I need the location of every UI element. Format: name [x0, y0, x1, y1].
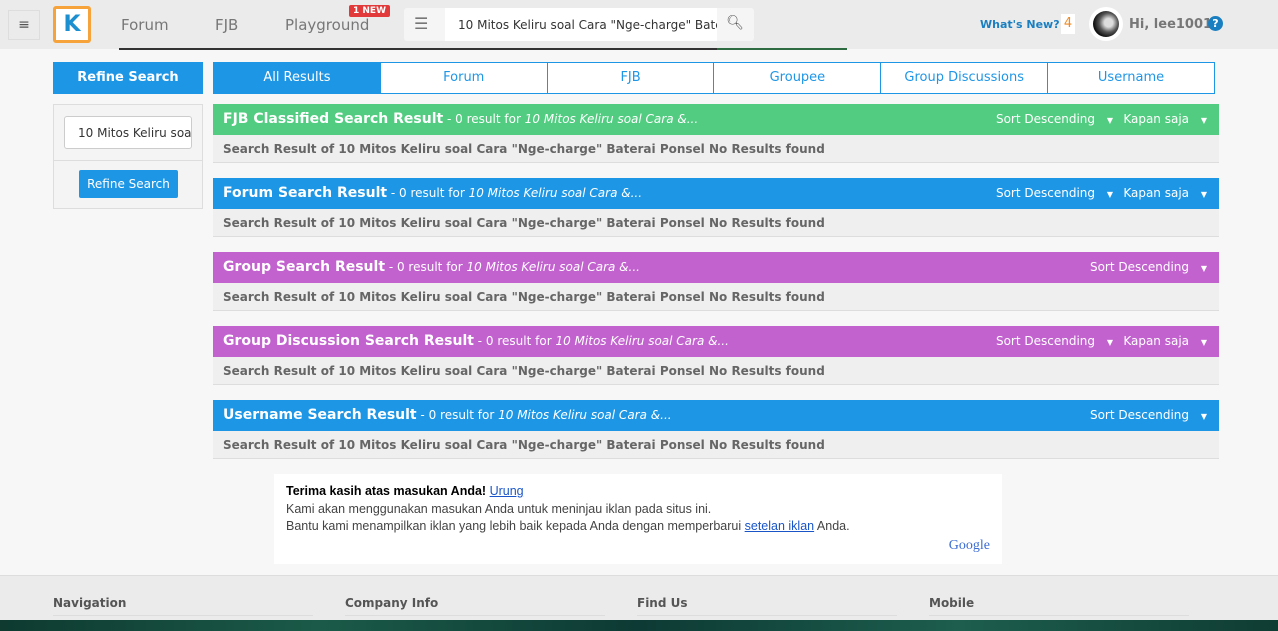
- time-label: Kapan saja: [1123, 334, 1190, 348]
- tab-group-discussions[interactable]: Group Discussions: [881, 62, 1049, 94]
- section-title: Group Discussion Search Result: [223, 333, 474, 349]
- whats-new-link[interactable]: What's New?: [980, 18, 1060, 31]
- no-results-message: Search Result of 10 Mitos Keliru soal Ca…: [213, 209, 1219, 237]
- no-results-message: Search Result of 10 Mitos Keliru soal Ca…: [213, 357, 1219, 385]
- sort-dropdown[interactable]: Sort Descending ▼: [1090, 252, 1207, 284]
- section-query: 10 Mitos Keliru soal Cara &...: [466, 260, 640, 274]
- kaskus-logo[interactable]: K: [53, 6, 91, 43]
- search-icon[interactable]: 🔍︎: [726, 15, 744, 31]
- footer-navigation: Navigation: [53, 596, 313, 616]
- sort-label: Sort Descending: [995, 186, 1096, 200]
- refine-search-input[interactable]: [64, 116, 192, 149]
- divider: [54, 160, 202, 161]
- section-header: Group Search Result - 0 result for 10 Mi…: [213, 252, 1219, 283]
- tab-username[interactable]: Username: [1048, 62, 1215, 94]
- section-title: Username Search Result: [223, 407, 417, 423]
- section-header: Forum Search Result - 0 result for 10 Mi…: [213, 178, 1219, 209]
- avatar[interactable]: [1089, 7, 1123, 41]
- section-summary: - 0 result for: [473, 334, 556, 348]
- chevron-down-icon: ▼: [1200, 116, 1207, 125]
- result-section: Username Search Result - 0 result for 10…: [213, 400, 1219, 459]
- time-dropdown[interactable]: Kapan saja ▼: [1123, 104, 1207, 136]
- section-summary: - 0 result for: [416, 408, 499, 422]
- refine-search-button[interactable]: Refine Search: [79, 170, 178, 198]
- section-header: FJB Classified Search Result - 0 result …: [213, 104, 1219, 135]
- section-summary: - 0 result for: [387, 186, 469, 200]
- section-summary: - 0 result for: [385, 260, 467, 274]
- time-label: Kapan saja: [1123, 112, 1190, 126]
- result-tabs: All Results Forum FJB Groupee Group Discussi…: [213, 62, 1215, 94]
- ad-line2-end: Anda.: [814, 519, 850, 533]
- no-results-message: Search Result of 10 Mitos Keliru soal Ca…: [213, 283, 1219, 311]
- sort-dropdown[interactable]: Sort Descending ▼: [996, 178, 1113, 210]
- section-header: Username Search Result - 0 result for 10…: [213, 400, 1219, 431]
- no-results-message: Search Result of 10 Mitos Keliru soal Ca…: [213, 431, 1219, 459]
- result-section: FJB Classified Search Result - 0 result …: [213, 104, 1219, 163]
- footer-mobile: Mobile: [929, 596, 1189, 616]
- user-greeting[interactable]: Hi, lee1001: [1129, 17, 1212, 32]
- new-badge: 1 NEW: [349, 5, 391, 17]
- sort-dropdown[interactable]: Sort Descending ▼: [996, 104, 1113, 136]
- chevron-down-icon: ▼: [1200, 264, 1207, 273]
- ad-thanks: Terima kasih atas masukan Anda!: [286, 484, 487, 498]
- search-category-icon[interactable]: ☰: [414, 14, 428, 33]
- google-logo: Google: [948, 537, 990, 553]
- chevron-down-icon: ▼: [1200, 190, 1207, 199]
- sort-label: Sort Descending: [995, 112, 1096, 126]
- time-label: Kapan saja: [1123, 186, 1190, 200]
- refine-search-panel: Refine Search: [53, 104, 203, 209]
- time-dropdown[interactable]: Kapan saja ▼: [1123, 326, 1207, 358]
- top-header: ≡ K Forum FJB Playground 1 NEW ☰ 🔍︎ What…: [0, 0, 1278, 49]
- refine-search-title: Refine Search: [53, 62, 203, 94]
- result-section: Group Discussion Search Result - 0 resul…: [213, 326, 1219, 385]
- nav-playground[interactable]: Playground: [285, 16, 369, 34]
- tab-forum[interactable]: Forum: [380, 62, 548, 94]
- chevron-down-icon: ▼: [1106, 338, 1113, 347]
- section-summary: - 0 result for: [443, 112, 525, 126]
- ad-line1: Kami akan menggunakan masukan Anda untuk…: [286, 501, 712, 516]
- search-input[interactable]: [445, 8, 717, 41]
- divider: [717, 48, 847, 50]
- section-header: Group Discussion Search Result - 0 resul…: [213, 326, 1219, 357]
- search-bar: ☰ 🔍︎: [404, 8, 754, 41]
- section-query: 10 Mitos Keliru soal Cara &...: [498, 408, 672, 422]
- footer-company-info: Company Info: [345, 596, 605, 616]
- sort-dropdown[interactable]: Sort Descending ▼: [996, 326, 1113, 358]
- chevron-down-icon: ▼: [1200, 338, 1207, 347]
- sort-label: Sort Descending: [1089, 260, 1190, 274]
- result-section: Group Search Result - 0 result for 10 Mi…: [213, 252, 1219, 311]
- no-results-message: Search Result of 10 Mitos Keliru soal Ca…: [213, 135, 1219, 163]
- ad-settings-link[interactable]: setelan iklan: [745, 519, 815, 533]
- ad-line2: Bantu kami menampilkan iklan yang lebih …: [286, 519, 745, 533]
- tab-all-results[interactable]: All Results: [213, 62, 381, 94]
- notification-count[interactable]: 4: [1061, 14, 1075, 34]
- section-title: FJB Classified Search Result: [223, 111, 444, 127]
- nav-forum[interactable]: Forum: [121, 16, 169, 34]
- section-title: Group Search Result: [223, 259, 386, 275]
- tab-fjb[interactable]: FJB: [547, 62, 715, 94]
- tab-groupee[interactable]: Groupee: [714, 62, 882, 94]
- hamburger-icon[interactable]: ≡: [8, 10, 40, 40]
- footer: Navigation Company Info Find Us Mobile: [0, 575, 1278, 620]
- sort-dropdown[interactable]: Sort Descending ▼: [1090, 400, 1207, 432]
- time-dropdown[interactable]: Kapan saja ▼: [1123, 178, 1207, 210]
- chevron-down-icon: ▼: [1106, 190, 1113, 199]
- desktop-background: [0, 620, 1278, 631]
- ad-feedback: Terima kasih atas masukan Anda! Urung Ka…: [274, 474, 1002, 564]
- footer-find-us: Find Us: [637, 596, 897, 616]
- result-section: Forum Search Result - 0 result for 10 Mi…: [213, 178, 1219, 237]
- undo-link[interactable]: Urung: [490, 484, 524, 498]
- sort-label: Sort Descending: [995, 334, 1096, 348]
- chevron-down-icon: ▼: [1200, 412, 1207, 421]
- sort-label: Sort Descending: [1089, 408, 1190, 422]
- section-query: 10 Mitos Keliru soal Cara &...: [524, 112, 699, 126]
- help-icon[interactable]: ?: [1208, 16, 1223, 31]
- section-query: 10 Mitos Keliru soal Cara &...: [555, 334, 729, 348]
- section-query: 10 Mitos Keliru soal Cara &...: [468, 186, 643, 200]
- chevron-down-icon: ▼: [1106, 116, 1113, 125]
- nav-fjb[interactable]: FJB: [215, 16, 238, 34]
- section-title: Forum Search Result: [223, 185, 388, 201]
